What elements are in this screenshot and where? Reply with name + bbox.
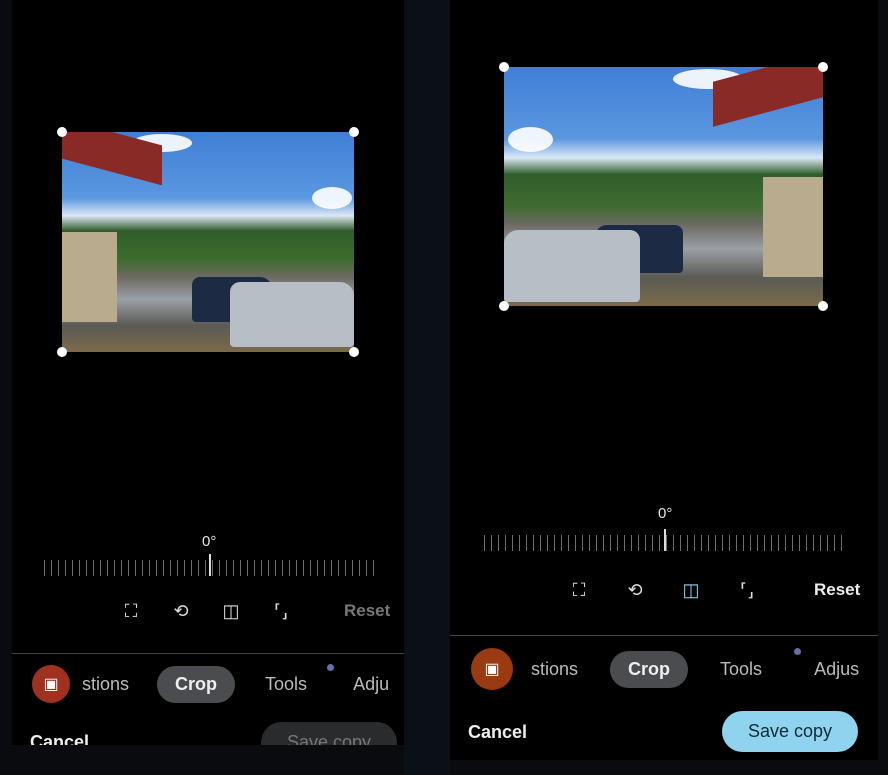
tab-adjust[interactable]: Adju — [353, 674, 389, 695]
rotate-icon[interactable]: ⟲ — [170, 600, 192, 622]
aspect-ratio-icon[interactable]: ⛶ — [120, 600, 142, 622]
editor-panel-original: 0° ⛶ ⟲ ◫ ⸢⸥ Reset ▣ stions Crop Tools Ad… — [12, 0, 404, 745]
tab-tools[interactable]: Tools — [265, 674, 307, 695]
aspect-ratio-icon[interactable]: ⛶ — [568, 579, 590, 601]
crop-handle-top-right[interactable] — [349, 127, 359, 137]
rotation-slider[interactable] — [484, 529, 844, 551]
flip-icon[interactable]: ◫ — [680, 579, 702, 601]
crop-handle-bottom-left[interactable] — [499, 301, 509, 311]
tools-notification-dot — [327, 664, 334, 671]
rotation-value: 0° — [658, 505, 673, 522]
tab-suggestions[interactable]: stions — [531, 659, 578, 680]
background-gap — [404, 0, 450, 775]
cancel-button[interactable]: Cancel — [30, 732, 89, 745]
tab-crop[interactable]: Crop — [610, 650, 689, 688]
rotation-slider[interactable] — [44, 554, 374, 576]
tab-suggestions[interactable]: stions — [82, 674, 129, 695]
tab-tools[interactable]: Tools — [720, 659, 762, 680]
crop-handle-top-left[interactable] — [499, 62, 509, 72]
tab-crop[interactable]: Crop — [157, 665, 236, 703]
tools-notification-dot — [794, 648, 801, 655]
photo-preview — [62, 132, 354, 352]
free-crop-icon[interactable]: ⸢⸥ — [736, 579, 758, 601]
free-crop-icon[interactable]: ⸢⸥ — [270, 600, 292, 622]
divider — [12, 653, 404, 654]
tab-adjust[interactable]: Adjus — [814, 659, 859, 680]
crop-handle-bottom-right[interactable] — [349, 347, 359, 357]
crop-handle-bottom-right[interactable] — [818, 301, 828, 311]
save-copy-button[interactable]: Save copy — [261, 722, 398, 745]
save-copy-button[interactable]: Save copy — [722, 711, 859, 752]
rotate-icon[interactable]: ⟲ — [624, 579, 646, 601]
crop-handle-top-right[interactable] — [818, 62, 828, 72]
magic-editor-icon[interactable]: ▣ — [471, 648, 513, 690]
editor-panel-flipped: 0° ⛶ ⟲ ◫ ⸢⸥ Reset ▣ stions Crop Tools Ad… — [450, 0, 878, 760]
crop-handle-bottom-left[interactable] — [57, 347, 67, 357]
divider — [450, 635, 878, 636]
reset-button[interactable]: Reset — [814, 580, 860, 600]
photo-preview-flipped — [504, 67, 823, 306]
rotation-value: 0° — [202, 533, 217, 550]
reset-button[interactable]: Reset — [344, 601, 390, 621]
flip-icon[interactable]: ◫ — [220, 600, 242, 622]
crop-handle-top-left[interactable] — [57, 127, 67, 137]
cancel-button[interactable]: Cancel — [468, 722, 527, 743]
magic-editor-icon[interactable]: ▣ — [32, 665, 70, 703]
